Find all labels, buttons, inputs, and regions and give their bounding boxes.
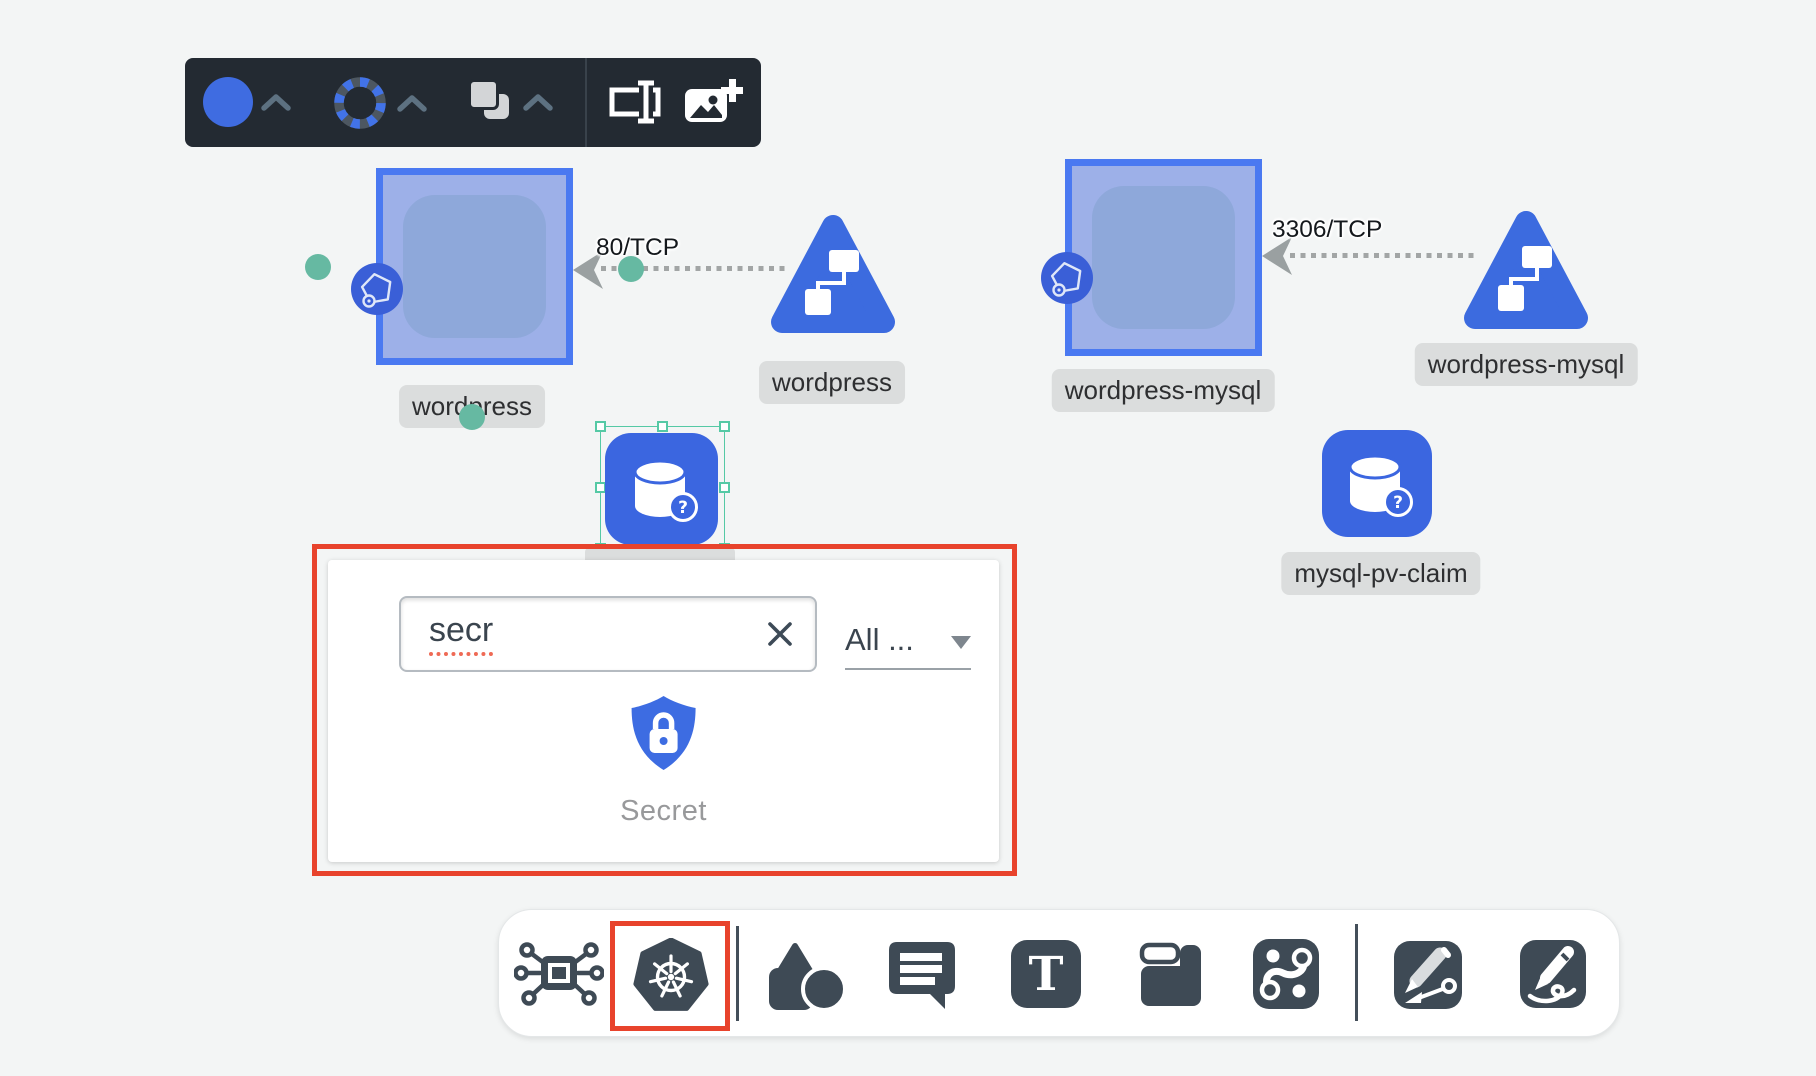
node-label[interactable]: wordpress-mysql: [1052, 369, 1275, 412]
rename-icon: [605, 79, 663, 125]
connector-icon: [1253, 939, 1319, 1009]
shapes-tool-button[interactable]: [767, 942, 847, 1012]
svg-text:?: ?: [1393, 493, 1403, 513]
chevron-up-icon: [397, 95, 427, 112]
pod-icon: [1041, 252, 1093, 304]
deployment-node-wordpress-mysql[interactable]: [1065, 159, 1262, 356]
node-label[interactable]: wordpress-mysql: [1415, 343, 1638, 386]
selection-handle[interactable]: [719, 482, 730, 493]
replace-image-button[interactable]: [683, 77, 743, 127]
connection-point[interactable]: [459, 404, 485, 430]
style-toolbar: [185, 58, 761, 147]
comment-icon: [887, 940, 957, 1010]
search-dialog: secr All ... Secret: [328, 560, 999, 862]
secret-shield-icon: [626, 693, 700, 773]
deployment-inner-shape: [1092, 186, 1235, 329]
result-label: Secret: [620, 795, 707, 828]
pvc-database-icon: ?: [1338, 445, 1416, 523]
stroke-style-button[interactable]: [331, 74, 427, 132]
copy-style-button[interactable]: [465, 77, 553, 127]
service-node-wordpress[interactable]: [768, 212, 898, 344]
deployment-node-wordpress[interactable]: [376, 168, 573, 365]
kind-filter-dropdown[interactable]: All ...: [845, 612, 971, 670]
toolbar-divider: [585, 58, 587, 147]
connector-tool-button[interactable]: [1253, 939, 1319, 1009]
note-tool-button[interactable]: [1139, 942, 1203, 1008]
diagram-canvas[interactable]: 80/TCP wordpress wordpress 3306/TCP word…: [0, 0, 1816, 1076]
pvc-node-selected[interactable]: ?: [605, 433, 718, 545]
connection-point[interactable]: [305, 254, 331, 280]
fill-color-button[interactable]: [203, 77, 291, 127]
node-label[interactable]: mysql-pv-claim: [1281, 552, 1480, 595]
service-node-wordpress-mysql[interactable]: [1461, 208, 1591, 340]
text-icon: T: [1011, 940, 1081, 1008]
add-image-icon: [683, 77, 743, 127]
toolbar-divider: [736, 926, 739, 1021]
dropdown-arrow-icon: [951, 636, 971, 649]
selection-handle[interactable]: [719, 421, 730, 432]
tool-toolbar: T: [498, 909, 1620, 1037]
selection-handle[interactable]: [657, 421, 668, 432]
deployment-inner-shape: [403, 195, 546, 338]
pen-arrow-icon: [1394, 941, 1462, 1009]
chevron-up-icon: [523, 94, 553, 111]
edge-label[interactable]: 3306/TCP: [1272, 216, 1382, 244]
kind-filter-value: All ...: [845, 622, 914, 658]
pvc-node-mysql[interactable]: ?: [1322, 430, 1432, 537]
shapes-icon: [767, 942, 847, 1012]
search-input[interactable]: secr: [399, 596, 817, 672]
infrastructure-tool-button[interactable]: [514, 936, 604, 1010]
toolbar-divider: [1355, 924, 1358, 1021]
search-result-secret[interactable]: Secret: [620, 693, 707, 828]
node-label[interactable]: wordpress: [759, 361, 905, 404]
copy-style-icon: [465, 77, 515, 127]
svg-text:?: ?: [678, 498, 688, 518]
kubernetes-icon: [633, 938, 709, 1014]
dashed-stroke-icon: [331, 74, 389, 132]
note-icon: [1139, 942, 1203, 1008]
selection-handle[interactable]: [595, 421, 606, 432]
freehand-tool-button[interactable]: [1520, 940, 1586, 1008]
edge-line[interactable]: [1290, 253, 1478, 258]
edge-draw-tool-button[interactable]: [1394, 941, 1462, 1009]
search-input-value: secr: [429, 612, 493, 656]
connection-point[interactable]: [618, 256, 644, 282]
pvc-database-icon: ?: [623, 450, 701, 528]
rename-button[interactable]: [605, 79, 663, 125]
kubernetes-tool-button[interactable]: [633, 938, 709, 1014]
chip-icon: [514, 936, 604, 1010]
pod-icon: [351, 263, 403, 315]
clear-search-icon[interactable]: [763, 617, 797, 651]
comment-tool-button[interactable]: [887, 940, 957, 1010]
text-tool-button[interactable]: T: [1011, 940, 1081, 1008]
chevron-up-icon: [261, 94, 291, 111]
pencil-scribble-icon: [1520, 940, 1586, 1008]
fill-color-swatch: [203, 77, 253, 127]
